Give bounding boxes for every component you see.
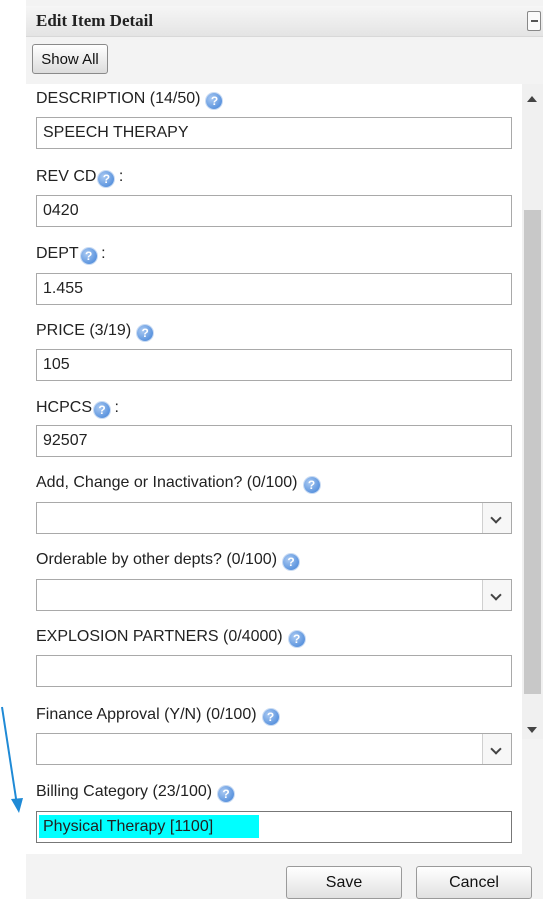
finance-approval-select[interactable] — [36, 733, 512, 765]
scroll-down-icon[interactable] — [527, 727, 537, 733]
rev-cd-label: REV CD? : — [36, 168, 124, 187]
panel-header: Edit Item Detail — [26, 6, 543, 37]
add-change-select[interactable] — [36, 502, 512, 534]
help-question-icon[interactable]: ? — [262, 709, 279, 725]
help-question-icon[interactable]: ? — [137, 325, 154, 341]
help-question-icon[interactable]: ? — [94, 402, 111, 418]
show-all-button[interactable]: Show All — [32, 44, 108, 74]
billing-category-value-highlight: Physical Therapy [1100] — [39, 815, 260, 838]
save-button[interactable]: Save — [286, 866, 402, 899]
dept-field[interactable]: 1.455 — [36, 273, 512, 305]
annotation-arrow-line — [1, 706, 18, 806]
help-question-icon[interactable]: ? — [206, 93, 223, 109]
billing-category-label: Billing Category (23/100)? — [36, 783, 235, 802]
cancel-button[interactable]: Cancel — [416, 866, 532, 899]
chevron-down-icon[interactable] — [482, 503, 511, 533]
explosion-partners-field[interactable] — [36, 655, 512, 687]
help-question-icon[interactable]: ? — [283, 554, 300, 570]
annotation-arrow-icon — [1, 706, 23, 813]
hcpcs-label: HCPCS? : — [36, 399, 119, 418]
orderable-select[interactable] — [36, 579, 512, 611]
add-change-label: Add, Change or Inactivation? (0/100)? — [36, 474, 320, 493]
help-question-icon[interactable]: ? — [80, 248, 97, 264]
rev-cd-field[interactable]: 0420 — [36, 195, 512, 227]
finance-approval-label: Finance Approval (Y/N) (0/100)? — [36, 706, 279, 725]
panel-title: Edit Item Detail — [36, 11, 154, 30]
chevron-down-icon[interactable] — [482, 734, 511, 764]
scroll-thumb[interactable] — [524, 210, 541, 694]
price-label: PRICE (3/19)? — [36, 322, 154, 341]
chevron-down-icon[interactable] — [482, 580, 511, 610]
help-question-icon[interactable]: ? — [303, 477, 320, 493]
annotation-arrow-head — [11, 798, 23, 813]
dept-label: DEPT? : — [36, 245, 106, 264]
description-field[interactable]: SPEECH THERAPY — [36, 117, 512, 149]
help-question-icon[interactable]: ? — [218, 786, 235, 802]
description-label: DESCRIPTION (14/50)? — [36, 90, 223, 109]
help-question-icon[interactable]: ? — [288, 631, 305, 647]
help-question-icon[interactable]: ? — [98, 171, 115, 187]
explosion-partners-label: EXPLOSION PARTNERS (0/4000)? — [36, 628, 305, 647]
billing-category-field[interactable]: Physical Therapy [1100] — [36, 811, 512, 843]
hcpcs-field[interactable]: 92507 — [36, 425, 512, 457]
form-scrollbar[interactable] — [522, 84, 543, 739]
scroll-up-icon[interactable] — [527, 96, 537, 102]
price-field[interactable]: 105 — [36, 349, 512, 381]
collapse-minus-icon[interactable] — [527, 11, 541, 31]
orderable-label: Orderable by other depts? (0/100)? — [36, 551, 300, 570]
